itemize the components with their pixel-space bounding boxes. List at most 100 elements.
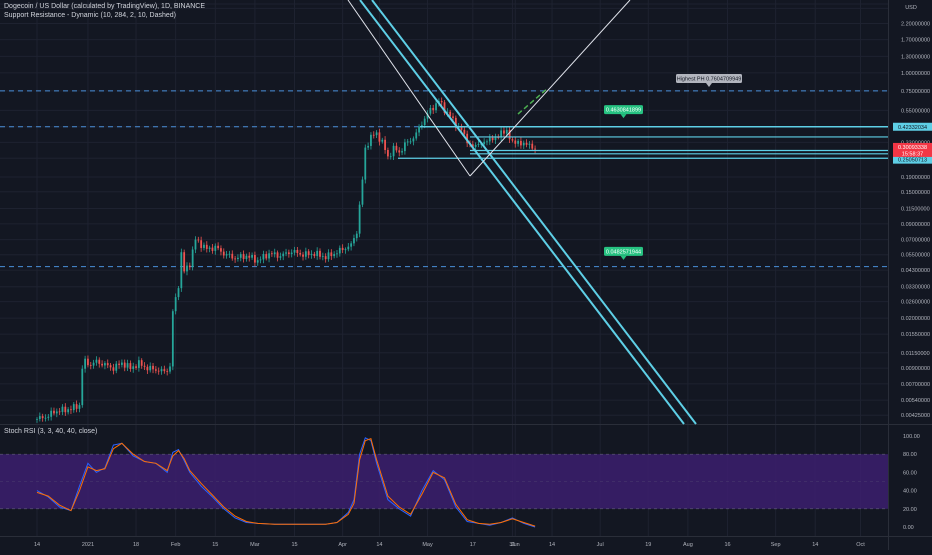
time-axis-tick: 15 — [212, 542, 218, 548]
price-axis-tick: 0.09000000 — [901, 222, 930, 228]
candle-body — [84, 358, 87, 369]
candle-body — [522, 142, 525, 146]
candle-body — [534, 148, 536, 150]
candle-body — [137, 360, 140, 368]
price-axis-tick: 0.05500000 — [901, 253, 930, 259]
candle-body — [491, 137, 494, 141]
time-axis-tick: Aug — [683, 542, 693, 548]
candle-body — [154, 369, 157, 371]
candle-body — [287, 252, 290, 255]
price-axis-tick: 0.04300000 — [901, 268, 930, 274]
price-axis-tick: 0.07000000 — [901, 238, 930, 244]
candle-body — [70, 409, 72, 411]
candle-body — [375, 132, 378, 136]
countdown-text: 15:58:37 — [902, 151, 923, 157]
price-axis-tick: 1.70000000 — [901, 38, 930, 44]
candle-body — [378, 132, 381, 142]
candle-body — [132, 366, 135, 369]
candle-body — [197, 239, 200, 241]
stoch-axis-tick: 60.00 — [903, 470, 917, 476]
candle-body — [319, 250, 321, 257]
candle-body — [486, 141, 488, 143]
candle-body — [87, 358, 89, 366]
candle-body — [47, 416, 50, 418]
candle-body — [361, 179, 364, 205]
time-axis-tick: 14 — [549, 542, 555, 548]
candle-body — [259, 259, 262, 261]
candle-body — [36, 419, 38, 420]
candle-body — [61, 406, 64, 412]
price-axis-tick: 1.30000000 — [901, 54, 930, 60]
candle-body — [517, 140, 519, 144]
time-axis-tick: Jul — [597, 542, 604, 548]
candle-body — [248, 255, 251, 258]
candle-body — [412, 138, 415, 142]
stoch-axis-tick: 0.00 — [903, 525, 914, 531]
candle-body — [341, 247, 344, 251]
candle-body — [372, 134, 375, 136]
candle-body — [265, 254, 268, 259]
candle-body — [112, 367, 115, 371]
time-axis-tick: 14 — [34, 542, 40, 548]
candle-body — [389, 156, 392, 158]
candle-body — [177, 288, 180, 298]
time-axis-tick: 18 — [133, 542, 139, 548]
candle-body — [75, 404, 78, 409]
candle-body — [503, 130, 505, 134]
candle-body — [330, 252, 333, 257]
price-axis-tick: 0.55000000 — [901, 108, 930, 114]
annotation-label-text: Highest PH 0.7604709949 — [677, 77, 742, 83]
candle-body — [160, 369, 163, 372]
time-axis-tick: 14 — [376, 542, 382, 548]
candle-body — [58, 411, 61, 413]
candle-body — [78, 405, 81, 409]
stoch-axis-tick: 20.00 — [903, 507, 917, 513]
candle-body — [157, 370, 160, 372]
last-price-text: 0.30093338 — [898, 145, 927, 151]
candle-body — [336, 253, 338, 255]
candle-body — [143, 365, 146, 367]
candle-body — [344, 249, 347, 251]
candle-body — [115, 363, 118, 371]
main-chart-svg[interactable]: Highest PH 0.7604709949 0.4630841899 0.048… — [0, 0, 932, 550]
candle-body — [520, 140, 522, 146]
price-axis-tick: 0.01550000 — [901, 332, 930, 338]
candle-body — [338, 247, 341, 254]
candle-body — [406, 141, 409, 143]
candle-body — [296, 249, 299, 254]
candle-body — [152, 365, 154, 370]
candle-body — [353, 238, 355, 244]
candle-body — [327, 252, 330, 260]
candle-body — [299, 253, 302, 255]
candle-body — [67, 409, 70, 413]
candle-body — [191, 249, 194, 268]
candle-body — [528, 143, 531, 145]
time-axis-tick: May — [422, 542, 433, 548]
candle-body — [245, 255, 248, 259]
candle-body — [174, 297, 177, 312]
time-axis-tick: 17 — [470, 542, 476, 548]
candle-body — [293, 249, 296, 253]
time-axis-tick: 15 — [291, 542, 297, 548]
candle-body — [384, 139, 386, 151]
candle-body — [321, 256, 324, 257]
candle-body — [222, 251, 225, 256]
candle-body — [285, 252, 287, 254]
annotation-label-text: 0.4630841899 — [606, 108, 641, 114]
candle-body — [163, 369, 166, 372]
chart-title: Dogecoin / US Dollar (calculated by Trad… — [4, 3, 206, 10]
candle-body — [237, 257, 239, 260]
time-axis-tick: Apr — [338, 542, 347, 548]
price-axis-tick: 0.19000000 — [901, 175, 930, 181]
candle-body — [200, 240, 203, 248]
candle-body — [525, 142, 528, 145]
candle-body — [211, 247, 214, 251]
candle-body — [50, 410, 53, 417]
candle-body — [358, 204, 361, 234]
candle-body — [381, 139, 384, 142]
candle-body — [514, 140, 517, 144]
candle-body — [205, 244, 208, 249]
candle-body — [38, 416, 41, 419]
price-axis-tick: 0.00540000 — [901, 398, 930, 404]
candle-body — [231, 253, 234, 259]
